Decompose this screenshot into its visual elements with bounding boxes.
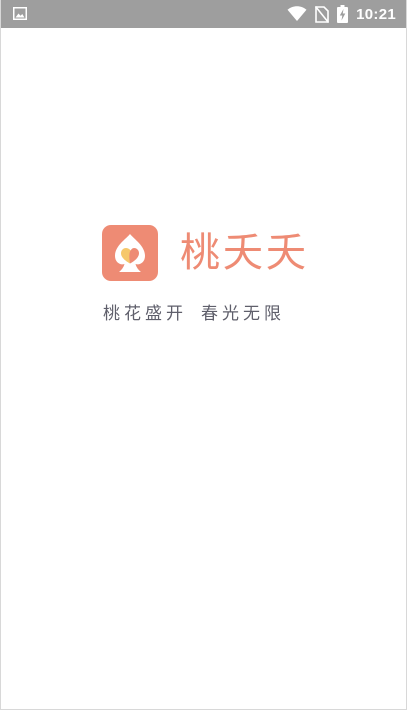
battery-charging-icon bbox=[337, 5, 349, 23]
slogan-part-2: 春光无限 bbox=[201, 304, 285, 324]
splash-screen: 10:21 桃夭夭 桃花盛开 春光无限 bbox=[0, 0, 407, 710]
slogan-part-1: 桃花盛开 bbox=[103, 304, 187, 324]
no-sim-icon bbox=[315, 5, 330, 23]
brand-logo: 桃夭夭 bbox=[102, 225, 309, 281]
splash-content: 桃夭夭 桃花盛开 春光无限 bbox=[1, 28, 406, 709]
wifi-icon bbox=[287, 6, 307, 22]
spade-heart-logo-icon bbox=[102, 225, 158, 281]
status-time: 10:21 bbox=[356, 5, 396, 23]
app-name: 桃夭夭 bbox=[180, 230, 309, 276]
status-icons: 10:21 bbox=[287, 0, 396, 28]
status-bar: 10:21 bbox=[1, 0, 406, 28]
slogan: 桃花盛开 春光无限 bbox=[103, 299, 285, 324]
image-icon bbox=[13, 7, 27, 20]
